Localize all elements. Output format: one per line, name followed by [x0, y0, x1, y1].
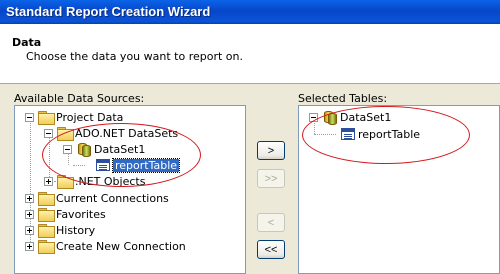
- remove-table-button[interactable]: <: [257, 213, 285, 232]
- wizard-header: Data Choose the data you want to report …: [0, 24, 500, 84]
- add-all-button[interactable]: >>: [257, 169, 285, 188]
- page-subtitle: Choose the data you want to report on.: [26, 50, 243, 63]
- table-icon: [341, 128, 355, 140]
- expand-toggle-icon[interactable]: [25, 193, 34, 203]
- tree-node-create-new-connection[interactable]: Create New Connection: [25, 238, 186, 254]
- available-label: Available Data Sources:: [14, 92, 145, 105]
- dataset-icon: [322, 110, 338, 125]
- expand-toggle-icon[interactable]: [25, 225, 34, 235]
- tree-node-history[interactable]: History: [25, 222, 95, 238]
- tree-node-report-table[interactable]: reportTable: [96, 157, 181, 173]
- folder-icon: [38, 239, 55, 254]
- collapse-toggle-icon[interactable]: [309, 112, 318, 122]
- remove-all-button[interactable]: <<: [257, 240, 285, 259]
- selected-node-dataset1[interactable]: DataSet1: [309, 109, 391, 125]
- available-tree[interactable]: Project Data ADO.NET DataSets DataSet1 r…: [14, 105, 246, 274]
- tree-node-ado-net-datasets[interactable]: ADO.NET DataSets: [44, 125, 178, 141]
- expand-toggle-icon[interactable]: [25, 241, 34, 251]
- folder-icon: [57, 174, 74, 189]
- tree-node-net-objects[interactable]: .NET Objects: [44, 173, 145, 189]
- dataset-icon: [76, 142, 92, 157]
- page-title: Data: [12, 36, 42, 49]
- expand-toggle-icon[interactable]: [25, 209, 34, 219]
- folder-icon: [38, 223, 55, 238]
- folder-icon: [38, 191, 55, 206]
- folder-icon: [38, 207, 55, 222]
- tree-node-current-connections[interactable]: Current Connections: [25, 190, 169, 206]
- add-table-button[interactable]: >: [257, 141, 285, 160]
- collapse-toggle-icon[interactable]: [25, 112, 34, 122]
- selected-node-report-table[interactable]: reportTable: [341, 126, 420, 142]
- collapse-toggle-icon[interactable]: [63, 144, 72, 154]
- tree-node-project-data[interactable]: Project Data: [25, 109, 123, 125]
- folder-icon: [38, 110, 55, 125]
- tree-node-favorites[interactable]: Favorites: [25, 206, 106, 222]
- collapse-toggle-icon[interactable]: [44, 128, 53, 138]
- title-bar[interactable]: Standard Report Creation Wizard: [0, 0, 500, 24]
- folder-icon: [57, 126, 74, 141]
- selected-tree[interactable]: DataSet1 reportTable: [298, 105, 500, 274]
- selected-label: Selected Tables:: [298, 92, 388, 105]
- tree-node-dataset1[interactable]: DataSet1: [63, 141, 145, 157]
- table-icon: [96, 159, 110, 171]
- window-title: Standard Report Creation Wizard: [6, 4, 211, 19]
- expand-toggle-icon[interactable]: [44, 176, 53, 186]
